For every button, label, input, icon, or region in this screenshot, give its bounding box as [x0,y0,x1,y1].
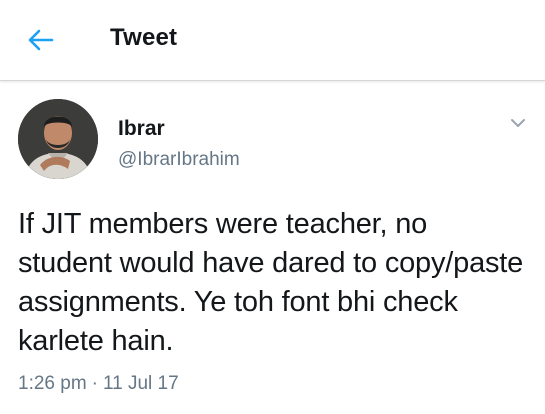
arrow-left-icon [28,29,54,51]
user-photo [18,99,98,179]
tweet-card: Ibrar @IbrarIbrahim If JIT members were … [0,81,545,414]
meta-separator: · [91,373,98,394]
back-button[interactable] [22,22,58,58]
avatar[interactable] [18,99,98,179]
page-title: Tweet [110,24,178,51]
user-handle[interactable]: @IbrarIbrahim [118,149,240,171]
app-bar: Tweet [0,0,545,81]
tweet-time: 1:26 pm [18,373,87,394]
display-name[interactable]: Ibrar [118,117,165,141]
tweet-date: 11 Jul 17 [102,373,179,394]
chevron-down-icon [511,119,525,127]
tweet-menu-button[interactable] [506,111,530,135]
tweet-timestamp: 1:26 pm · 11 Jul 17 [18,373,179,395]
tweet-text: If JIT members were teacher, no student … [18,208,524,357]
